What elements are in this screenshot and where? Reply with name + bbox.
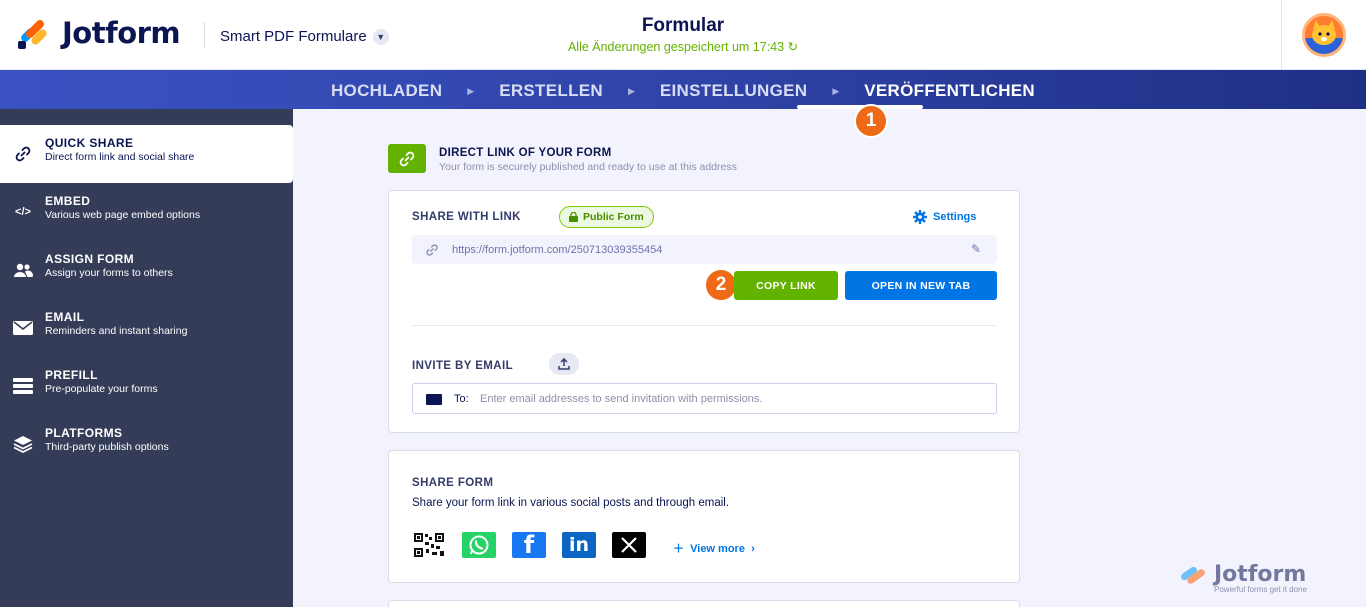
sidebar-item-assign-form[interactable]: ASSIGN FORM Assign your forms to others bbox=[0, 241, 293, 299]
direct-link-subtitle: Your form is securely published and read… bbox=[439, 161, 737, 173]
form-url-text: https://form.jotform.com/250713039355454 bbox=[452, 244, 663, 256]
form-url-field[interactable]: https://form.jotform.com/250713039355454… bbox=[412, 235, 997, 264]
avatar-face-icon bbox=[1305, 20, 1343, 54]
pencil-icon[interactable]: ✎ bbox=[971, 242, 981, 256]
plus-icon: ＋ bbox=[673, 543, 684, 555]
sidebar-item-title: PREFILL bbox=[45, 368, 98, 382]
qr-code-icon[interactable] bbox=[412, 532, 446, 558]
sidebar-item-quick-share[interactable]: QUICK SHARE Direct form link and social … bbox=[0, 125, 293, 183]
email-placeholder: Enter email addresses to send invitation… bbox=[480, 393, 763, 405]
sidebar-item-subtitle: Various web page embed options bbox=[45, 209, 201, 221]
avatar-divider bbox=[1281, 0, 1282, 70]
share-form-card bbox=[388, 450, 1020, 583]
settings-label: Settings bbox=[933, 211, 977, 223]
code-icon: </> bbox=[15, 206, 31, 218]
watermark-brand: Jotform bbox=[1214, 562, 1307, 587]
sidebar-item-subtitle: Reminders and instant sharing bbox=[45, 325, 188, 337]
publish-sidebar: QUICK SHARE Direct form link and social … bbox=[0, 109, 293, 607]
chevron-right-icon: ▶ bbox=[832, 86, 840, 96]
nav-step-settings[interactable]: EINSTELLUNGEN bbox=[660, 81, 807, 101]
chevron-right-icon: ▶ bbox=[467, 86, 475, 96]
sidebar-item-subtitle: Direct form link and social share bbox=[45, 151, 195, 163]
lock-icon bbox=[569, 212, 578, 222]
prefill-icon bbox=[12, 376, 34, 396]
step-badge-2: 2 bbox=[704, 268, 738, 302]
facebook-icon[interactable]: f bbox=[512, 531, 546, 559]
direct-link-title: DIRECT LINK OF YOUR FORM bbox=[439, 147, 612, 159]
direct-link-icon bbox=[388, 144, 426, 173]
gear-icon bbox=[913, 210, 927, 224]
chevron-right-icon: › bbox=[751, 543, 755, 555]
layers-icon bbox=[12, 434, 34, 454]
card-divider bbox=[412, 325, 997, 326]
whatsapp-icon[interactable] bbox=[462, 532, 496, 558]
form-title[interactable]: Formular bbox=[0, 15, 1366, 37]
view-more-link[interactable]: ＋ View more › bbox=[673, 540, 755, 556]
sidebar-item-email[interactable]: EMAIL Reminders and instant sharing bbox=[0, 299, 293, 357]
wizard-navbar: HOCHLADEN ▶ ERSTELLEN ▶ EINSTELLUNGEN ▶ … bbox=[0, 70, 1366, 109]
step-badge-1: 1 bbox=[854, 104, 888, 138]
share-form-subtitle: Share your form link in various social p… bbox=[412, 497, 730, 509]
envelope-icon bbox=[426, 394, 442, 405]
share-form-label: SHARE FORM bbox=[412, 477, 494, 489]
link-icon bbox=[425, 243, 439, 262]
next-card bbox=[388, 600, 1020, 607]
sidebar-item-title: QUICK SHARE bbox=[45, 136, 134, 150]
public-form-label: Public Form bbox=[583, 211, 644, 223]
x-icon[interactable] bbox=[612, 532, 646, 558]
open-in-new-tab-button[interactable]: OPEN IN NEW TAB bbox=[845, 271, 997, 300]
linkedin-icon[interactable]: in bbox=[562, 532, 596, 558]
sidebar-item-subtitle: Assign your forms to others bbox=[45, 267, 173, 279]
sidebar-item-title: EMBED bbox=[45, 194, 91, 208]
sidebar-item-prefill[interactable]: PREFILL Pre-populate your forms bbox=[0, 357, 293, 415]
nav-step-upload[interactable]: HOCHLADEN bbox=[331, 81, 442, 101]
jotform-watermark: Jotform Powerful forms get it done bbox=[1179, 562, 1307, 594]
sidebar-item-title: EMAIL bbox=[45, 310, 85, 324]
watermark-tagline: Powerful forms get it done bbox=[1214, 585, 1307, 594]
nav-step-publish[interactable]: VERÖFFENTLICHEN bbox=[864, 81, 1035, 101]
settings-link[interactable]: Settings bbox=[913, 210, 976, 224]
invite-by-email-label: INVITE BY EMAIL bbox=[412, 360, 513, 372]
link-icon bbox=[12, 144, 34, 164]
invite-email-input[interactable]: To: Enter email addresses to send invita… bbox=[412, 383, 997, 414]
chevron-right-icon: ▶ bbox=[627, 86, 635, 96]
avatar[interactable] bbox=[1302, 13, 1346, 57]
sidebar-item-subtitle: Pre-populate your forms bbox=[45, 383, 158, 395]
nav-step-build[interactable]: ERSTELLEN bbox=[499, 81, 603, 101]
envelope-icon bbox=[12, 318, 34, 338]
copy-link-button[interactable]: COPY LINK bbox=[734, 271, 838, 300]
share-with-link-label: SHARE WITH LINK bbox=[412, 211, 521, 223]
upload-icon bbox=[558, 358, 570, 370]
refresh-icon: ↻ bbox=[787, 40, 799, 54]
public-form-badge[interactable]: Public Form bbox=[559, 206, 654, 228]
sidebar-item-title: ASSIGN FORM bbox=[45, 252, 135, 266]
save-status: Alle Änderungen gespeichert um 17:43 ↻ bbox=[0, 39, 1366, 54]
sidebar-item-subtitle: Third-party publish options bbox=[45, 441, 169, 453]
app-header: Jotform Smart PDF Formulare ▼ Formular A… bbox=[0, 0, 1366, 70]
email-to-label: To: bbox=[454, 393, 469, 405]
sidebar-item-platforms[interactable]: PLATFORMS Third-party publish options bbox=[0, 415, 293, 473]
view-more-label: View more bbox=[690, 543, 745, 555]
sidebar-item-embed[interactable]: </> EMBED Various web page embed options bbox=[0, 183, 293, 241]
sidebar-item-title: PLATFORMS bbox=[45, 426, 123, 440]
upload-contacts-button[interactable] bbox=[549, 353, 579, 375]
jotform-logo-icon bbox=[1179, 564, 1208, 586]
save-status-text: Alle Änderungen gespeichert um 17:43 bbox=[567, 40, 785, 54]
users-icon bbox=[12, 260, 34, 280]
